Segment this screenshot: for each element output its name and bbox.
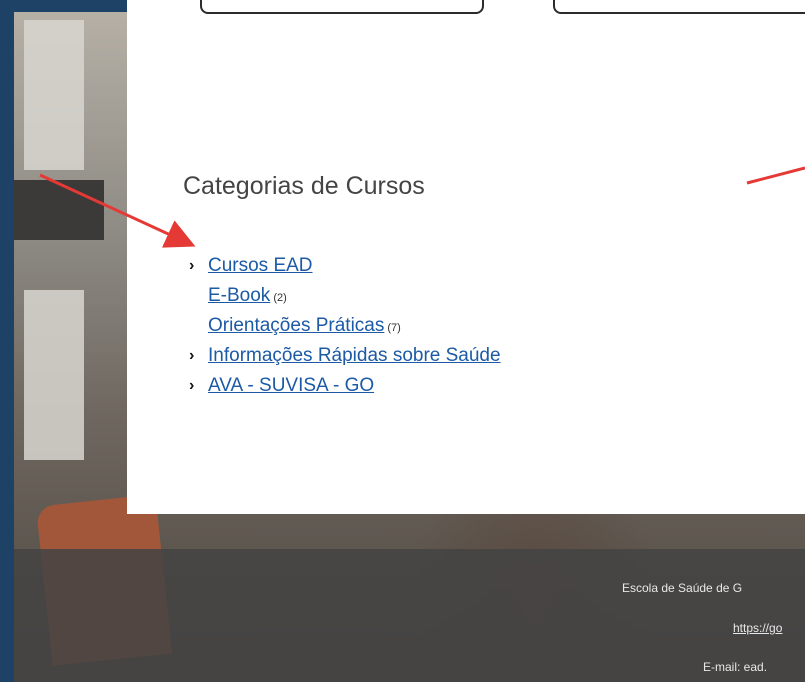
annotation-arrows	[39, 166, 805, 248]
red-arrow-right-icon	[746, 166, 805, 185]
red-arrow-left-icon	[39, 173, 196, 248]
